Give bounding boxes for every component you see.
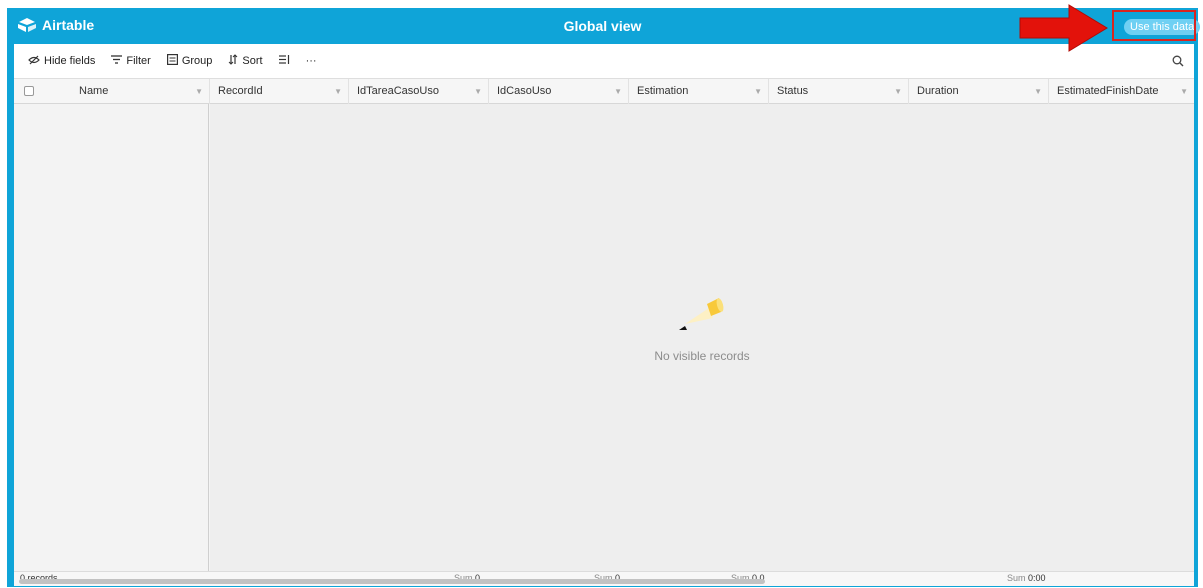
row-height-icon <box>278 54 290 68</box>
app-frame: Airtable Global view Use this data Hide … <box>7 8 1201 587</box>
column-header-idcasouso[interactable]: IdCasoUso ▼ <box>489 79 628 104</box>
chevron-down-icon[interactable]: ▼ <box>754 79 762 104</box>
group-label: Group <box>181 55 213 67</box>
group-icon <box>166 54 178 68</box>
hide-fields-label: Hide fields <box>44 55 96 67</box>
more-button[interactable]: ··· <box>306 55 317 67</box>
empty-message: No visible records <box>654 349 750 363</box>
search-button[interactable] <box>1172 55 1184 70</box>
summary-duration[interactable]: Sum 0:00 <box>1007 573 1046 583</box>
chevron-down-icon[interactable]: ▼ <box>1034 79 1042 104</box>
filter-label: Filter <box>126 55 151 67</box>
grid-panel: Hide fields Filter Group Sort ··· Name ▼… <box>14 44 1194 586</box>
filter-button[interactable]: Filter <box>111 55 151 67</box>
column-header-status[interactable]: Status ▼ <box>769 79 908 104</box>
chevron-down-icon[interactable]: ▼ <box>334 79 342 104</box>
hide-fields-button[interactable]: Hide fields <box>28 55 95 68</box>
search-icon <box>1172 55 1184 70</box>
hide-fields-icon <box>28 55 40 68</box>
column-header-duration[interactable]: Duration ▼ <box>909 79 1048 104</box>
sort-label: Sort <box>242 55 263 67</box>
sort-icon <box>228 54 238 68</box>
records-area: No visible records <box>210 104 1194 574</box>
group-button[interactable]: Group <box>166 54 213 68</box>
column-header-estimatedfinishdate[interactable]: EstimatedFinishDate ▼ <box>1049 79 1194 104</box>
chevron-down-icon[interactable]: ▼ <box>894 79 902 104</box>
row-height-button[interactable] <box>278 54 290 68</box>
filter-icon <box>111 55 123 67</box>
column-header-name[interactable]: Name ▼ <box>71 79 209 104</box>
chevron-down-icon[interactable]: ▼ <box>474 79 482 104</box>
empty-state: No visible records <box>210 296 1194 363</box>
flashlight-icon <box>677 296 727 341</box>
column-header-row: Name ▼ RecordId ▼ IdTareaCasoUso ▼ IdCas… <box>14 79 1194 104</box>
horizontal-scrollbar[interactable] <box>19 579 765 584</box>
column-header-idtareacasouso[interactable]: IdTareaCasoUso ▼ <box>349 79 488 104</box>
chevron-down-icon[interactable]: ▼ <box>1180 79 1188 104</box>
column-header-estimation[interactable]: Estimation ▼ <box>629 79 768 104</box>
chevron-down-icon[interactable]: ▼ <box>195 79 203 104</box>
more-icon: ··· <box>305 55 317 67</box>
highlight-box <box>1112 10 1196 41</box>
arrow-icon <box>1015 2 1111 57</box>
sort-button[interactable]: Sort <box>228 54 263 68</box>
primary-column-pane <box>14 104 209 574</box>
select-all-checkbox[interactable] <box>24 86 34 96</box>
column-header-recordid[interactable]: RecordId ▼ <box>210 79 348 104</box>
chevron-down-icon[interactable]: ▼ <box>614 79 622 104</box>
